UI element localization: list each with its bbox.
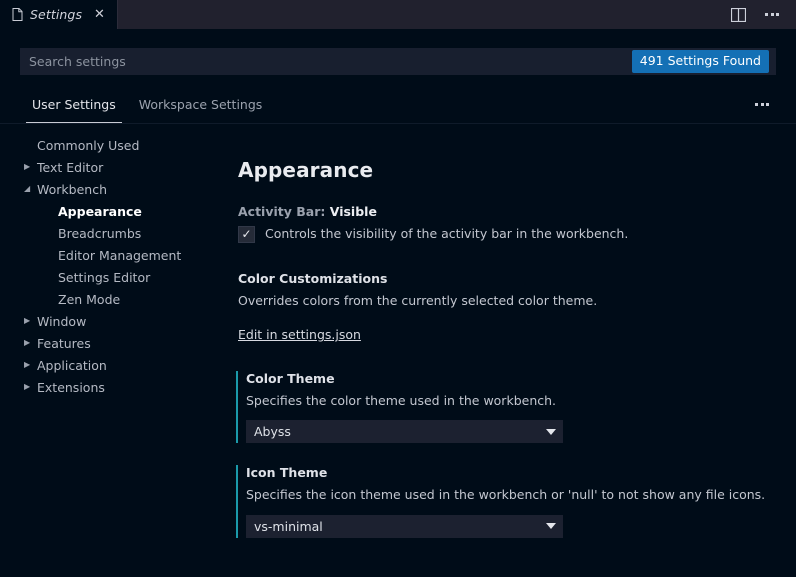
toc-item-label: Window <box>37 313 87 329</box>
setting-key: Activity Bar: <box>238 204 326 219</box>
chevron-right-icon[interactable]: ▶ <box>24 163 37 171</box>
toc-item-workbench[interactable]: ◢ Workbench <box>0 178 228 200</box>
settings-list: Appearance Activity Bar: Visible ✓ Contr… <box>228 124 796 577</box>
icon-theme-dropdown[interactable]: vs-minimal <box>246 514 563 538</box>
settings-found-badge: 491 Settings Found <box>631 49 769 74</box>
editor-actions <box>728 0 796 29</box>
toc-item-appearance[interactable]: Appearance <box>0 200 228 222</box>
chevron-right-icon[interactable]: ▶ <box>24 317 37 325</box>
toc-item-label: Application <box>37 357 107 373</box>
editor-tab-settings[interactable]: Settings ✕ <box>0 0 118 29</box>
tab-workspace-settings[interactable]: Workspace Settings <box>133 86 269 123</box>
chevron-right-icon[interactable]: ▶ <box>24 361 37 369</box>
file-icon <box>12 8 23 21</box>
toc-item-label: Extensions <box>37 379 105 395</box>
color-theme-dropdown[interactable]: Abyss <box>246 420 563 444</box>
icon-theme-selected-value: vs-minimal <box>254 518 323 534</box>
setting-description: Controls the visibility of the activity … <box>265 226 629 241</box>
edit-in-settings-json-link[interactable]: Edit in settings.json <box>238 327 361 342</box>
toc-item-label: Appearance <box>58 203 142 219</box>
setting-description: Specifies the icon theme used in the wor… <box>246 487 766 503</box>
split-editor-icon[interactable] <box>728 5 748 25</box>
settings-tab-bar: User Settings Workspace Settings <box>0 86 796 123</box>
more-actions-icon[interactable] <box>762 5 782 25</box>
setting-color-customizations: Color Customizations Overrides colors fr… <box>238 271 796 343</box>
search-row: 491 Settings Found <box>0 29 796 86</box>
tab-user-settings[interactable]: User Settings <box>26 86 122 123</box>
setting-icon-theme: Icon Theme Specifies the icon theme used… <box>236 465 796 538</box>
close-icon[interactable]: ✕ <box>92 7 107 22</box>
setting-activity-bar: Activity Bar: Visible ✓ Controls the vis… <box>238 204 796 243</box>
setting-label: Color Theme <box>246 371 335 387</box>
title-bar-spacer <box>118 0 728 29</box>
chevron-right-icon[interactable]: ▶ <box>24 339 37 347</box>
toc-item-label: Features <box>37 335 91 351</box>
toc-item-settings-editor[interactable]: Settings Editor <box>0 266 228 288</box>
page-title: Appearance <box>238 158 374 182</box>
toc-item-application[interactable]: ▶ Application <box>0 354 228 376</box>
toc-item-label: Commonly Used <box>37 137 140 153</box>
activity-bar-checkbox[interactable]: ✓ <box>238 225 255 243</box>
settings-toc: Commonly Used ▶ Text Editor ◢ Workbench … <box>0 124 228 577</box>
toc-item-window[interactable]: ▶ Window <box>0 310 228 332</box>
chevron-down-icon[interactable]: ◢ <box>24 185 37 193</box>
toc-item-zen-mode[interactable]: Zen Mode <box>0 288 228 310</box>
editor-tab-label: Settings <box>30 7 83 22</box>
setting-value: Visible <box>329 204 377 219</box>
setting-description: Specifies the color theme used in the wo… <box>246 393 557 409</box>
toc-item-label: Workbench <box>37 181 107 197</box>
setting-label: Icon Theme <box>246 465 328 481</box>
toc-item-commonly-used[interactable]: Commonly Used <box>0 134 228 156</box>
toc-item-extensions[interactable]: ▶ Extensions <box>0 376 228 398</box>
setting-control-row: ✓ Controls the visibility of the activit… <box>238 225 796 243</box>
search-box[interactable]: 491 Settings Found <box>20 48 776 75</box>
toc-item-editor-management[interactable]: Editor Management <box>0 244 228 266</box>
setting-description: Overrides colors from the currently sele… <box>238 293 598 309</box>
toc-item-features[interactable]: ▶ Features <box>0 332 228 354</box>
setting-color-theme: Color Theme Specifies the color theme us… <box>236 371 796 444</box>
search-input[interactable] <box>29 54 632 69</box>
toc-item-label: Text Editor <box>37 159 104 175</box>
settings-body: Commonly Used ▶ Text Editor ◢ Workbench … <box>0 124 796 577</box>
toc-item-label: Settings Editor <box>58 269 151 285</box>
color-theme-selected-value: Abyss <box>254 424 291 440</box>
toc-item-label: Zen Mode <box>58 291 121 307</box>
settings-more-actions-icon[interactable] <box>755 103 769 106</box>
toc-item-text-editor[interactable]: ▶ Text Editor <box>0 156 228 178</box>
chevron-down-icon[interactable] <box>546 428 556 435</box>
title-bar: Settings ✕ <box>0 0 796 29</box>
chevron-right-icon[interactable]: ▶ <box>24 383 37 391</box>
chevron-down-icon[interactable] <box>546 523 556 529</box>
toc-item-label: Breadcrumbs <box>58 225 142 241</box>
setting-label: Color Customizations <box>238 271 388 287</box>
setting-label: Activity Bar: Visible <box>238 204 796 219</box>
toc-item-label: Editor Management <box>58 247 182 263</box>
toc-item-breadcrumbs[interactable]: Breadcrumbs <box>0 222 228 244</box>
